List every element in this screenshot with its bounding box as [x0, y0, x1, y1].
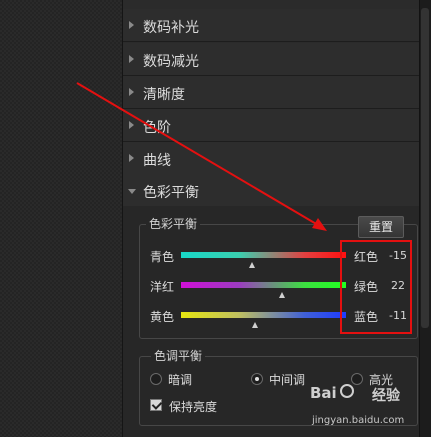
baidu-paw-icon [340, 384, 354, 398]
watermark-logo-text: Bai [310, 384, 337, 402]
annotation-arrow [76, 82, 327, 231]
annotation-arrow-head [312, 218, 327, 231]
annotation-arrow-line [76, 82, 319, 226]
watermark-suffix: 经验 [372, 388, 400, 404]
watermark-url: jingyan.baidu.com [312, 415, 405, 426]
baidu-watermark: Bai 经验 jingyan.baidu.com [310, 384, 420, 434]
